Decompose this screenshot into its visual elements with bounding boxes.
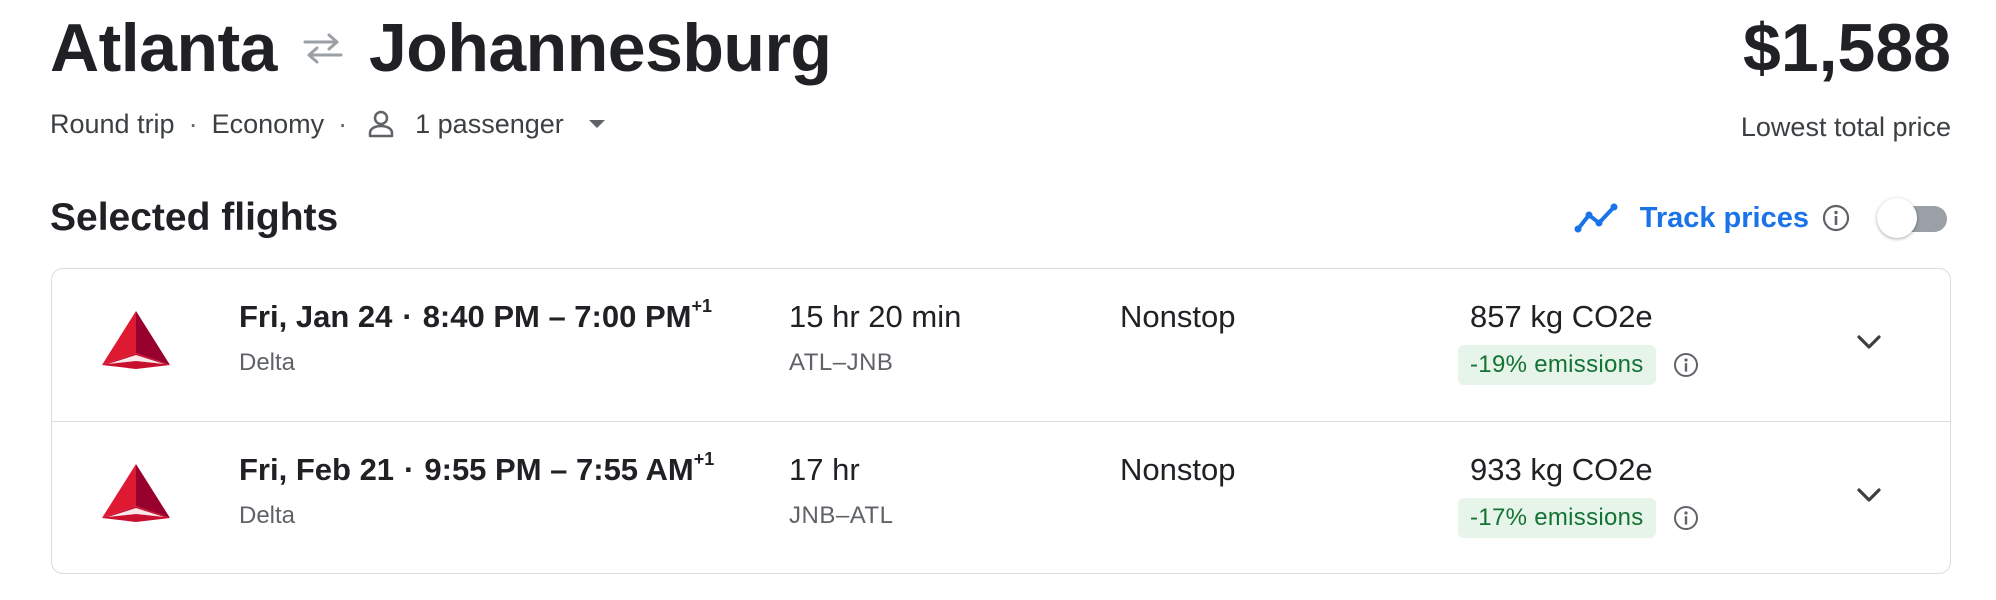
meta-separator: · [188,108,198,139]
co2-emissions: 857 kg CO2e [1470,299,1653,334]
times-separator: · [404,452,415,487]
passenger-count: 1 passenger [415,108,564,139]
flight-date: Fri, Feb 21 [239,452,395,487]
flight-duration: 17 hr [789,452,860,487]
caret-down-icon[interactable] [584,111,610,137]
price-label: Lowest total price [1740,112,1951,142]
stops-label: Nonstop [1120,452,1236,487]
trip-type: Round trip [50,108,175,139]
route-code: JNB–ATL [789,502,894,529]
day-offset: +1 [693,448,715,469]
flight-times: Fri, Jan 24 · 8:40 PM – 7:00 PM+1 [239,295,713,335]
track-prices-toggle[interactable] [1877,198,1951,238]
destination-city: Johannesburg [368,10,832,86]
flight-row-return[interactable]: Fri, Feb 21 · 9:55 PM – 7:55 AM+1 Delta 17… [52,421,1950,573]
flight-times: Fri, Feb 21 · 9:55 PM – 7:55 AM+1 [239,448,715,488]
times-separator: · [402,299,413,334]
delta-logo-icon [102,311,170,369]
info-icon[interactable] [1672,504,1700,532]
route-code: ATL–JNB [789,349,894,376]
chevron-down-icon[interactable] [1852,325,1886,359]
day-offset: +1 [691,295,713,316]
trend-line-icon [1574,203,1618,233]
emissions-badge: -19% emissions [1458,345,1656,385]
airline-name: Delta [239,349,296,376]
meta-separator: · [338,108,348,139]
swap-arrows-icon [303,33,343,64]
track-prices[interactable]: Track prices [1574,198,1951,238]
info-icon[interactable] [1821,203,1851,233]
chevron-down-icon[interactable] [1852,478,1886,512]
flight-duration: 15 hr 20 min [789,299,962,334]
info-icon[interactable] [1672,351,1700,379]
toggle-knob [1877,198,1917,238]
flight-row-outbound[interactable]: Fri, Jan 24 · 8:40 PM – 7:00 PM+1 Delta 15… [52,269,1950,421]
cabin-class: Economy [211,108,325,139]
track-prices-label[interactable]: Track prices [1640,202,1809,235]
flight-time-range: 9:55 PM – 7:55 AM [424,452,694,487]
delta-logo-icon [102,464,170,522]
person-icon [368,110,394,138]
co2-emissions: 933 kg CO2e [1470,452,1653,487]
origin-city: Atlanta [50,10,277,86]
section-title: Selected flights [50,196,339,239]
airline-name: Delta [239,502,296,529]
selected-flights-list: Fri, Jan 24 · 8:40 PM – 7:00 PM+1 Delta 15… [51,268,1951,574]
flight-time-range: 8:40 PM – 7:00 PM [422,299,692,334]
stops-label: Nonstop [1120,299,1236,334]
total-price: $1,588 [1743,10,1951,86]
trip-options[interactable]: Round trip · Economy · 1 passenger [50,108,610,140]
route-title: Atlanta Johannesburg [50,10,832,86]
emissions-badge: -17% emissions [1458,498,1656,538]
flight-date: Fri, Jan 24 [239,299,393,334]
